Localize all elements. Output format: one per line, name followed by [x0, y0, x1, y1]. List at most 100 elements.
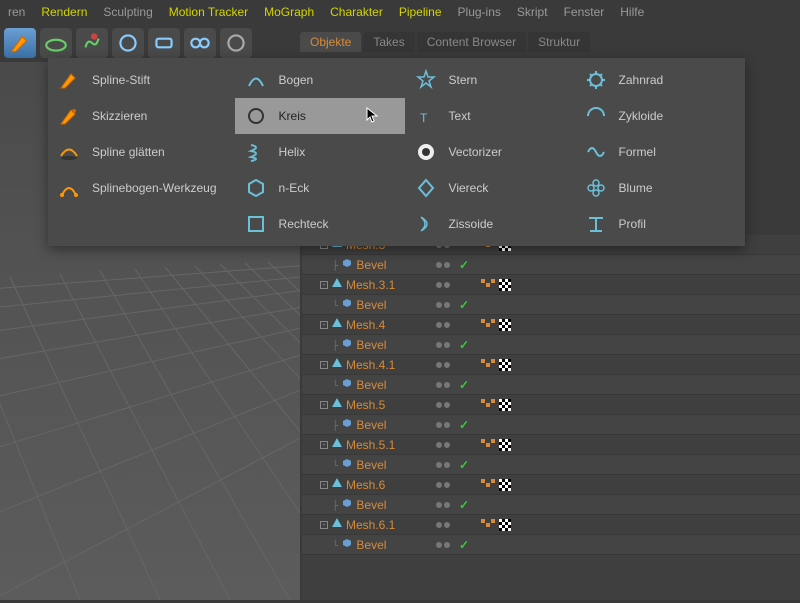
menu-mograph[interactable]: MoGraph [264, 5, 314, 19]
visibility-dots[interactable] [427, 542, 459, 548]
toolbar-icon-6[interactable] [184, 28, 216, 58]
menu-ren[interactable]: ren [8, 5, 25, 19]
tag-icon[interactable] [481, 279, 495, 291]
visibility-dots[interactable] [427, 482, 459, 488]
menu-item-label: Viereck [449, 181, 489, 195]
visibility-dots[interactable] [427, 522, 459, 528]
spline-bogen[interactable]: Bogen [235, 62, 405, 98]
spline-zahnrad[interactable]: Zahnrad [575, 62, 745, 98]
spline-formel[interactable]: Formel [575, 134, 745, 170]
texture-tag-icon[interactable] [499, 519, 511, 531]
visibility-dots[interactable] [427, 282, 459, 288]
tag-icon[interactable] [481, 519, 495, 531]
visibility-dots[interactable] [427, 382, 459, 388]
menu-motion tracker[interactable]: Motion Tracker [169, 5, 248, 19]
expand-toggle[interactable]: - [320, 401, 328, 409]
menu-rendern[interactable]: Rendern [41, 5, 87, 19]
menu-hilfe[interactable]: Hilfe [620, 5, 644, 19]
object-row[interactable]: ├Bevel✓ [302, 335, 800, 355]
visibility-dots[interactable] [427, 502, 459, 508]
tag-icon[interactable] [481, 319, 495, 331]
spline-zissoide[interactable]: Zissoide [405, 206, 575, 242]
spline-rechteck[interactable]: Rechteck [235, 206, 405, 242]
object-row[interactable]: - Mesh.5 [302, 395, 800, 415]
visibility-dots[interactable] [427, 322, 459, 328]
object-name: Mesh.5 [346, 398, 385, 412]
visibility-dots[interactable] [427, 342, 459, 348]
object-row[interactable]: ├Bevel✓ [302, 415, 800, 435]
spline-vectorizer[interactable]: Vectorizer [405, 134, 575, 170]
texture-tag-icon[interactable] [499, 439, 511, 451]
texture-tag-icon[interactable] [499, 399, 511, 411]
texture-tag-icon[interactable] [499, 359, 511, 371]
object-row[interactable]: -Mesh.6 [302, 475, 800, 495]
toolbar-icon-3[interactable] [76, 28, 108, 58]
toolbar-icon-4[interactable] [112, 28, 144, 58]
object-row[interactable]: -Mesh.3.1 [302, 275, 800, 295]
tag-icon[interactable] [481, 359, 495, 371]
visibility-dots[interactable] [427, 422, 459, 428]
tab-content-browser[interactable]: Content Browser [417, 32, 526, 52]
object-name: Bevel [356, 538, 386, 552]
spline-skizzieren[interactable]: Skizzieren [48, 98, 235, 134]
spline-splinebogen-werkzeug[interactable]: Splinebogen-Werkzeug [48, 170, 235, 206]
square-icon [245, 213, 267, 235]
spline-text[interactable]: TText [405, 98, 575, 134]
object-row[interactable]: └Bevel✓ [302, 455, 800, 475]
tab-takes[interactable]: Takes [363, 32, 414, 52]
menu-plug-ins[interactable]: Plug-ins [458, 5, 501, 19]
menu-item-label: n-Eck [279, 181, 310, 195]
object-row[interactable]: └Bevel✓ [302, 375, 800, 395]
expand-toggle[interactable]: - [320, 281, 328, 289]
menu-sculpting[interactable]: Sculpting [103, 5, 152, 19]
toolbar-icon-7[interactable] [220, 28, 252, 58]
expand-toggle[interactable]: - [320, 441, 328, 449]
expand-toggle[interactable]: - [320, 361, 328, 369]
diamond-icon [415, 177, 437, 199]
tab-objekte[interactable]: Objekte [300, 32, 361, 52]
spline-viereck[interactable]: Viereck [405, 170, 575, 206]
spline-n-eck[interactable]: n-Eck [235, 170, 405, 206]
menu-fenster[interactable]: Fenster [564, 5, 605, 19]
texture-tag-icon[interactable] [499, 279, 511, 291]
toolbar-icon-2[interactable] [40, 28, 72, 58]
tag-icon[interactable] [481, 479, 495, 491]
object-row[interactable]: -Mesh.5.1 [302, 435, 800, 455]
spline-blume[interactable]: Blume [575, 170, 745, 206]
visibility-dots[interactable] [427, 362, 459, 368]
object-row[interactable]: -Mesh.4 [302, 315, 800, 335]
object-row[interactable]: -Mesh.6.1 [302, 515, 800, 535]
visibility-dots[interactable] [427, 402, 459, 408]
object-row[interactable]: -Mesh.4.1 [302, 355, 800, 375]
tag-icon[interactable] [481, 439, 495, 451]
main-menu-bar: ren Rendern Sculpting Motion Tracker MoGraph… [0, 0, 800, 24]
expand-toggle[interactable]: - [320, 521, 328, 529]
visibility-dots[interactable] [427, 262, 459, 268]
texture-tag-icon[interactable] [499, 479, 511, 491]
tab-struktur[interactable]: Struktur [528, 32, 590, 52]
visibility-dots[interactable] [427, 302, 459, 308]
texture-tag-icon[interactable] [499, 319, 511, 331]
spline-zykloide[interactable]: Zykloide [575, 98, 745, 134]
visibility-dots[interactable] [427, 442, 459, 448]
expand-toggle[interactable]: - [320, 321, 328, 329]
object-row[interactable]: └Bevel✓ [302, 535, 800, 555]
spline-spline-glätten[interactable]: Spline glätten [48, 134, 235, 170]
spline-helix[interactable]: Helix [235, 134, 405, 170]
expand-toggle[interactable]: - [320, 481, 328, 489]
menu-item-label: Formel [619, 145, 656, 159]
object-row[interactable]: └Bevel✓ [302, 295, 800, 315]
spline-spline-stift[interactable]: Spline-Stift [48, 62, 235, 98]
menu-charakter[interactable]: Charakter [330, 5, 383, 19]
visibility-dots[interactable] [427, 462, 459, 468]
menu-pipeline[interactable]: Pipeline [399, 5, 442, 19]
spline-profil[interactable]: Profil [575, 206, 745, 242]
tag-icon[interactable] [481, 399, 495, 411]
menu-skript[interactable]: Skript [517, 5, 548, 19]
menu-item-label: Spline glätten [92, 145, 165, 159]
pen-tool-icon[interactable] [4, 28, 36, 58]
object-row[interactable]: ├Bevel✓ [302, 495, 800, 515]
toolbar-icon-5[interactable] [148, 28, 180, 58]
object-row[interactable]: ├Bevel✓ [302, 255, 800, 275]
spline-stern[interactable]: Stern [405, 62, 575, 98]
